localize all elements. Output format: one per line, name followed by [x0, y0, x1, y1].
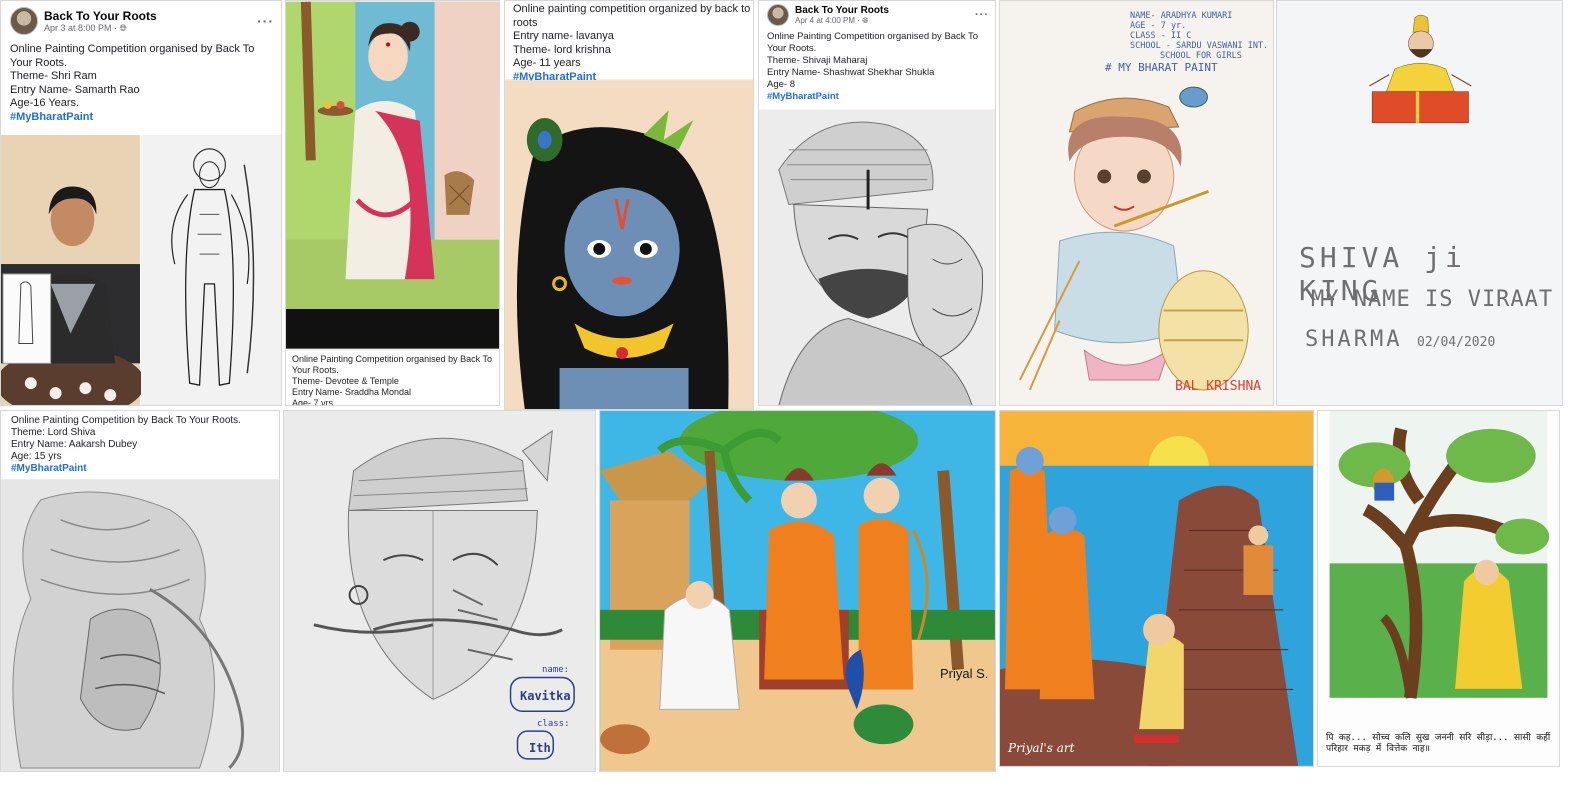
caption-line: Theme- Devotee & Temple — [292, 376, 399, 386]
post-line: Entry Name: Aakarsh Dubey — [11, 439, 138, 450]
hanuman-sita-painting[interactable] — [1318, 411, 1559, 731]
king-child-drawing[interactable] — [1277, 1, 1562, 231]
post-body: Online Painting Competition organised by… — [767, 31, 989, 103]
caption-line: Your Roots. — [292, 365, 339, 375]
tile-ram-setu-painting: Priyal's art — [999, 410, 1314, 767]
more-options-button[interactable]: ··· — [975, 9, 989, 21]
post-card: Online painting competition organized by… — [505, 1, 753, 83]
tile-ashok-vatika-painting: पि कह... सोच्च कलि सुख जननी सरि सीड़ा...… — [1317, 410, 1560, 767]
hashtag-link[interactable]: #MyBharatPaint — [767, 91, 989, 103]
artist-name: Kavitka — [520, 689, 571, 703]
post-line: roots — [513, 16, 538, 29]
woman-in-saree-painting[interactable] — [286, 1, 499, 405]
post-line: Your Roots. — [767, 43, 817, 54]
post-body: Online painting competition organized by… — [513, 3, 754, 84]
class-value: Ith — [529, 741, 551, 755]
handwritten-date: 02/04/2020 — [1417, 335, 1496, 350]
boy-with-drawing-photo[interactable] — [1, 134, 281, 406]
detail-line: SCHOOL FOR GIRLS — [1160, 51, 1242, 61]
tile-shivaji-post: Back To Your Roots Apr 4 at 4:00 PM · 🌐︎… — [758, 0, 996, 406]
post-line: Online painting competition organized by… — [513, 3, 754, 15]
handwritten-line-3: SHARMA — [1305, 327, 1403, 352]
post-line: Entry Name- Samarth Rao — [10, 83, 140, 96]
shiva-pencil-sketch[interactable] — [1, 479, 279, 772]
page-name[interactable]: Back To Your Roots — [44, 9, 157, 23]
artist-signature: Priyal's art — [1008, 741, 1075, 755]
timestamp-text: Apr 4 at 4:00 PM · — [795, 15, 863, 25]
tile-bal-krishna-drawing: NAME- ARADHYA KUMARI AGE - 7 yr. CLASS -… — [999, 0, 1274, 406]
post-timestamp[interactable]: Apr 4 at 4:00 PM · 🌐︎ — [795, 16, 889, 26]
tile-shri-ram-post: Back To Your Roots Apr 3 at 8:00 PM · 🌐︎… — [0, 0, 282, 406]
post-line: Age: 15 yrs — [11, 451, 62, 462]
tile-devotee-painting: Online Painting Competition organised by… — [285, 0, 500, 406]
post-header: Back To Your Roots Apr 4 at 4:00 PM · 🌐︎… — [767, 4, 989, 26]
detail-line: CLASS - II C — [1130, 31, 1192, 41]
drawing-signature: BAL KRISHNA — [1175, 379, 1262, 394]
artist-signature: Priyal S. — [940, 666, 989, 681]
ram-setu-painting[interactable] — [1000, 411, 1313, 766]
name-label: name: — [542, 665, 570, 675]
tile-shiva-sketch: Online Painting Competition by Back To Y… — [0, 410, 280, 772]
globe-icon: 🌐︎ — [862, 15, 869, 25]
post-line: Age- 11 years — [513, 57, 581, 69]
hashtag-link[interactable]: #MyBharatPaint — [10, 111, 274, 125]
more-options-button[interactable]: ··· — [257, 13, 274, 29]
post-timestamp[interactable]: Apr 3 at 8:00 PM · 🌐︎ — [44, 23, 157, 34]
post-card: Back To Your Roots Apr 3 at 8:00 PM · 🌐︎… — [1, 1, 281, 133]
tile-shivaji-king-drawing: SHIVA ji KING MY NAME IS VIRAAT SHARMA 0… — [1276, 0, 1563, 406]
post-body: Online Painting Competition by Back To Y… — [11, 415, 271, 475]
caption-line: Online Painting Competition organised by… — [292, 354, 492, 364]
detail-line: AGE - 7 yr. — [1130, 21, 1187, 31]
hindi-footer-text: पि कह... सोच्च कलि सुख जननी सरि सीड़ा...… — [1326, 733, 1551, 754]
page-avatar[interactable] — [10, 7, 38, 35]
post-body: Online Painting Competition organised by… — [10, 43, 274, 124]
globe-icon: 🌐︎ — [119, 22, 127, 33]
baby-krishna-painting[interactable] — [505, 79, 753, 410]
post-line: Theme- Shri Ram — [10, 70, 97, 82]
post-line: Online Painting Competition organised by… — [767, 31, 979, 42]
ram-lakshman-painting[interactable] — [600, 411, 995, 771]
tile-tiger-face-sketch: name: Kavitka class: Ith — [283, 410, 596, 772]
tiger-face-sketch[interactable] — [284, 411, 595, 771]
post-line: Theme- lord krishna — [513, 43, 611, 56]
post-line: Age-16 Years. — [10, 97, 80, 109]
post-line: Your Roots. — [10, 56, 68, 69]
shivaji-sketch[interactable] — [759, 109, 995, 406]
hashtag-link[interactable]: #MyBharatPaint — [11, 463, 271, 475]
post-line: Online Painting Competition organised by… — [10, 43, 255, 55]
student-details: NAME- ARADHYA KUMARI AGE - 7 yr. CLASS -… — [1130, 11, 1268, 61]
post-caption: Online Painting Competition organised by… — [286, 351, 499, 406]
tile-krishna-painting: Online painting competition organized by… — [504, 0, 754, 410]
handwritten-line-2: MY NAME IS VIRAAT — [1311, 287, 1554, 312]
post-line: Theme: Lord Shiva — [11, 427, 96, 438]
post-line: Entry name- lavanya — [513, 30, 614, 42]
page-avatar[interactable] — [767, 4, 789, 26]
baby-krishna-sketch[interactable] — [1000, 81, 1273, 406]
class-label: class: — [537, 719, 570, 729]
post-line: Theme- Shivaji Maharaj — [767, 55, 868, 66]
post-line: Online Painting Competition by Back To Y… — [11, 415, 241, 426]
tile-ram-shabari-painting: Priyal S. — [599, 410, 996, 772]
timestamp-text: Apr 3 at 8:00 PM · — [44, 22, 120, 33]
post-card: Online Painting Competition by Back To Y… — [1, 411, 279, 479]
detail-line: NAME- ARADHYA KUMARI — [1130, 11, 1233, 21]
detail-line: SCHOOL - SARDU VASWANI INT. — [1130, 41, 1269, 51]
caption-line: Age- 7 yrs — [292, 398, 334, 406]
post-line: Entry Name- Shashwat Shekhar Shukla — [767, 67, 935, 78]
page-name[interactable]: Back To Your Roots — [795, 5, 889, 16]
hashtag-handwritten: # MY BHARAT PAINT — [1105, 61, 1218, 74]
post-header: Back To Your Roots Apr 3 at 8:00 PM · 🌐︎… — [10, 7, 274, 35]
post-line: Age- 8 — [767, 79, 795, 90]
caption-line: Entry Name- Sraddha Mondal — [292, 387, 412, 397]
post-card: Back To Your Roots Apr 4 at 4:00 PM · 🌐︎… — [759, 1, 995, 109]
